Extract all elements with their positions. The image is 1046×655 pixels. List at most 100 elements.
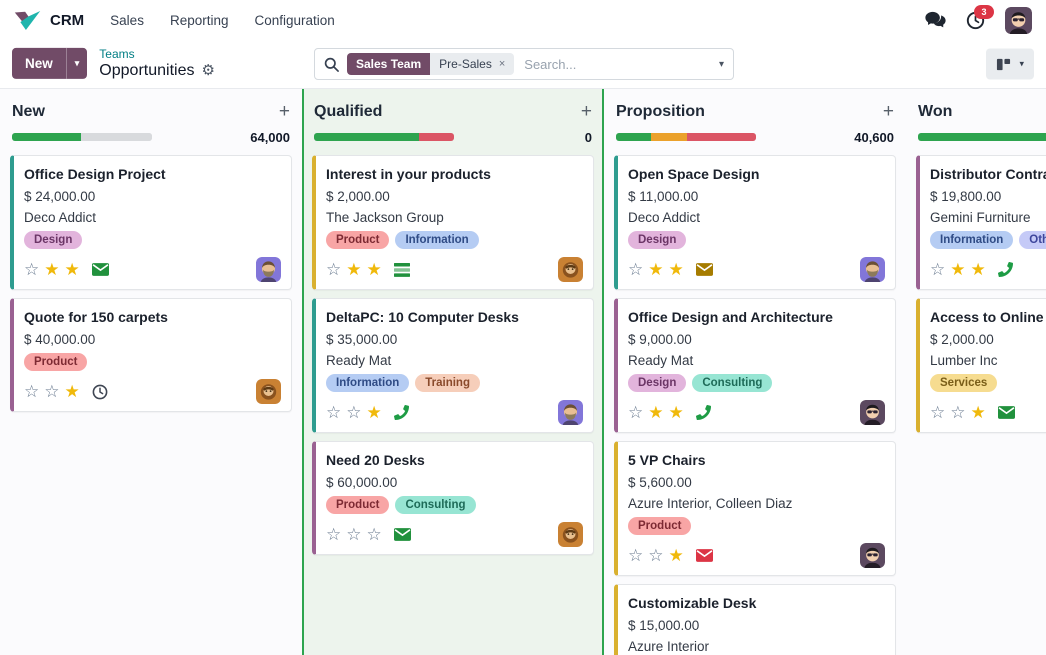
phone-icon[interactable] [394,405,409,420]
progress-segment[interactable] [12,133,81,141]
card-tags: ProductInformation [326,231,583,249]
avatar-beard[interactable] [558,400,583,425]
progress-segment[interactable] [616,133,651,141]
new-button[interactable]: New [12,48,66,79]
kanban-card[interactable]: Office Design and Architecture $ 9,000.0… [614,298,896,433]
priority-star[interactable]: ★ [367,404,382,421]
progress-segment[interactable] [81,133,152,141]
kanban-card[interactable]: Access to Online Catalog $ 2,000.00 Lumb… [916,298,1046,433]
priority-star[interactable]: ☆ [346,526,361,543]
envelope-icon[interactable] [696,263,713,276]
phone-icon[interactable] [998,262,1013,277]
activities-clock-icon[interactable]: 3 [966,11,985,30]
avatar-beard[interactable] [256,257,281,282]
kanban-card[interactable]: Need 20 Desks $ 60,000.00 ProductConsult… [312,441,594,555]
kanban-card[interactable]: DeltaPC: 10 Computer Desks $ 35,000.00 R… [312,298,594,433]
envelope-icon[interactable] [998,406,1015,419]
card-tags: Design [628,231,885,249]
priority-star[interactable]: ★ [971,404,986,421]
crm-app-icon [14,10,41,31]
avatar-orange[interactable] [558,522,583,547]
clock-icon[interactable] [92,384,108,400]
priority-star[interactable]: ★ [346,261,361,278]
column-progressbar[interactable] [314,133,454,141]
avatar-orange[interactable] [256,379,281,404]
priority-star[interactable]: ★ [971,261,986,278]
priority-star[interactable]: ★ [669,404,684,421]
priority-star[interactable]: ★ [669,547,684,564]
column-progressbar[interactable] [616,133,756,141]
envelope-icon[interactable] [92,263,109,276]
priority-star[interactable]: ☆ [326,404,341,421]
priority-star[interactable]: ★ [65,261,80,278]
priority-star[interactable]: ☆ [648,547,663,564]
priority-star[interactable]: ☆ [44,383,59,400]
kanban-card[interactable]: Open Space Design $ 11,000.00 Deco Addic… [614,155,896,290]
priority-star[interactable]: ☆ [346,404,361,421]
progress-segment[interactable] [918,133,1046,141]
progress-segment[interactable] [314,133,419,141]
facet-close-icon[interactable]: × [499,58,505,70]
menu-reporting[interactable]: Reporting [160,7,239,34]
progress-segment[interactable] [651,133,687,141]
avatar-admin[interactable] [860,400,885,425]
priority-star[interactable]: ☆ [628,404,643,421]
priority-star[interactable]: ★ [669,261,684,278]
view-switcher-button[interactable]: ▾ [986,49,1034,80]
priority-star[interactable]: ☆ [628,261,643,278]
messages-icon[interactable] [925,11,946,29]
tasks-icon[interactable] [394,263,410,277]
kanban-card[interactable]: Interest in your products $ 2,000.00 The… [312,155,594,290]
tag-product: Product [326,496,389,514]
column-cards: Interest in your products $ 2,000.00 The… [312,155,594,555]
avatar-admin[interactable] [860,543,885,568]
menu-sales[interactable]: Sales [100,7,154,34]
kanban-card[interactable]: Office Design Project $ 24,000.00 Deco A… [10,155,292,290]
add-record-plus-icon[interactable]: + [279,102,290,121]
avatar-beard[interactable] [860,257,885,282]
avatar-orange[interactable] [558,257,583,282]
progress-segment[interactable] [419,133,454,141]
envelope-icon[interactable] [696,549,713,562]
priority-star[interactable]: ★ [648,404,663,421]
envelope-icon[interactable] [394,528,411,541]
app-brand[interactable]: CRM [14,10,84,31]
kanban-card[interactable]: 5 VP Chairs $ 5,600.00 Azure Interior, C… [614,441,896,576]
priority-star[interactable]: ☆ [24,261,39,278]
priority-star[interactable]: ☆ [326,526,341,543]
add-record-plus-icon[interactable]: + [883,102,894,121]
priority-star[interactable]: ★ [65,383,80,400]
priority-star[interactable]: ☆ [950,404,965,421]
gear-icon[interactable]: ⚙ [201,63,214,78]
new-dropdown-caret-icon[interactable]: ▾ [66,48,88,79]
kanban-card[interactable]: Customizable Desk $ 15,000.00 Azure Inte… [614,584,896,655]
priority-star[interactable]: ★ [648,261,663,278]
tag-other: Other [1019,231,1046,249]
priority-star[interactable]: ☆ [930,404,945,421]
priority-star[interactable]: ☆ [930,261,945,278]
column-progressbar[interactable] [918,133,1046,141]
card-partner: Ready Mat [628,353,885,368]
search-bar[interactable]: Sales Team Pre-Sales × ▾ [314,48,734,80]
kanban-card[interactable]: Quote for 150 carpets $ 40,000.00 Produc… [10,298,292,412]
priority-star[interactable]: ☆ [326,261,341,278]
breadcrumb-teams-link[interactable]: Teams [99,48,215,62]
priority-star[interactable]: ☆ [24,383,39,400]
menu-configuration[interactable]: Configuration [245,7,345,34]
kanban-board: New + 64,000 Office Design Project $ 24,… [0,88,1046,655]
search-dropdown-caret-icon[interactable]: ▾ [719,59,724,70]
priority-star[interactable]: ★ [367,261,382,278]
priority-star[interactable]: ★ [44,261,59,278]
priority-star[interactable]: ☆ [367,526,382,543]
user-avatar[interactable] [1005,7,1032,34]
phone-icon[interactable] [696,405,711,420]
progress-segment[interactable] [687,133,756,141]
add-record-plus-icon[interactable]: + [581,102,592,121]
priority-star[interactable]: ☆ [628,547,643,564]
column-progressbar[interactable] [12,133,152,141]
kanban-card[interactable]: Distributor Contract $ 19,800.00 Gemini … [916,155,1046,290]
priority-star[interactable]: ★ [950,261,965,278]
search-input[interactable] [522,56,711,73]
tag-design: Design [24,231,82,249]
column-header: New + 64,000 [10,89,292,155]
